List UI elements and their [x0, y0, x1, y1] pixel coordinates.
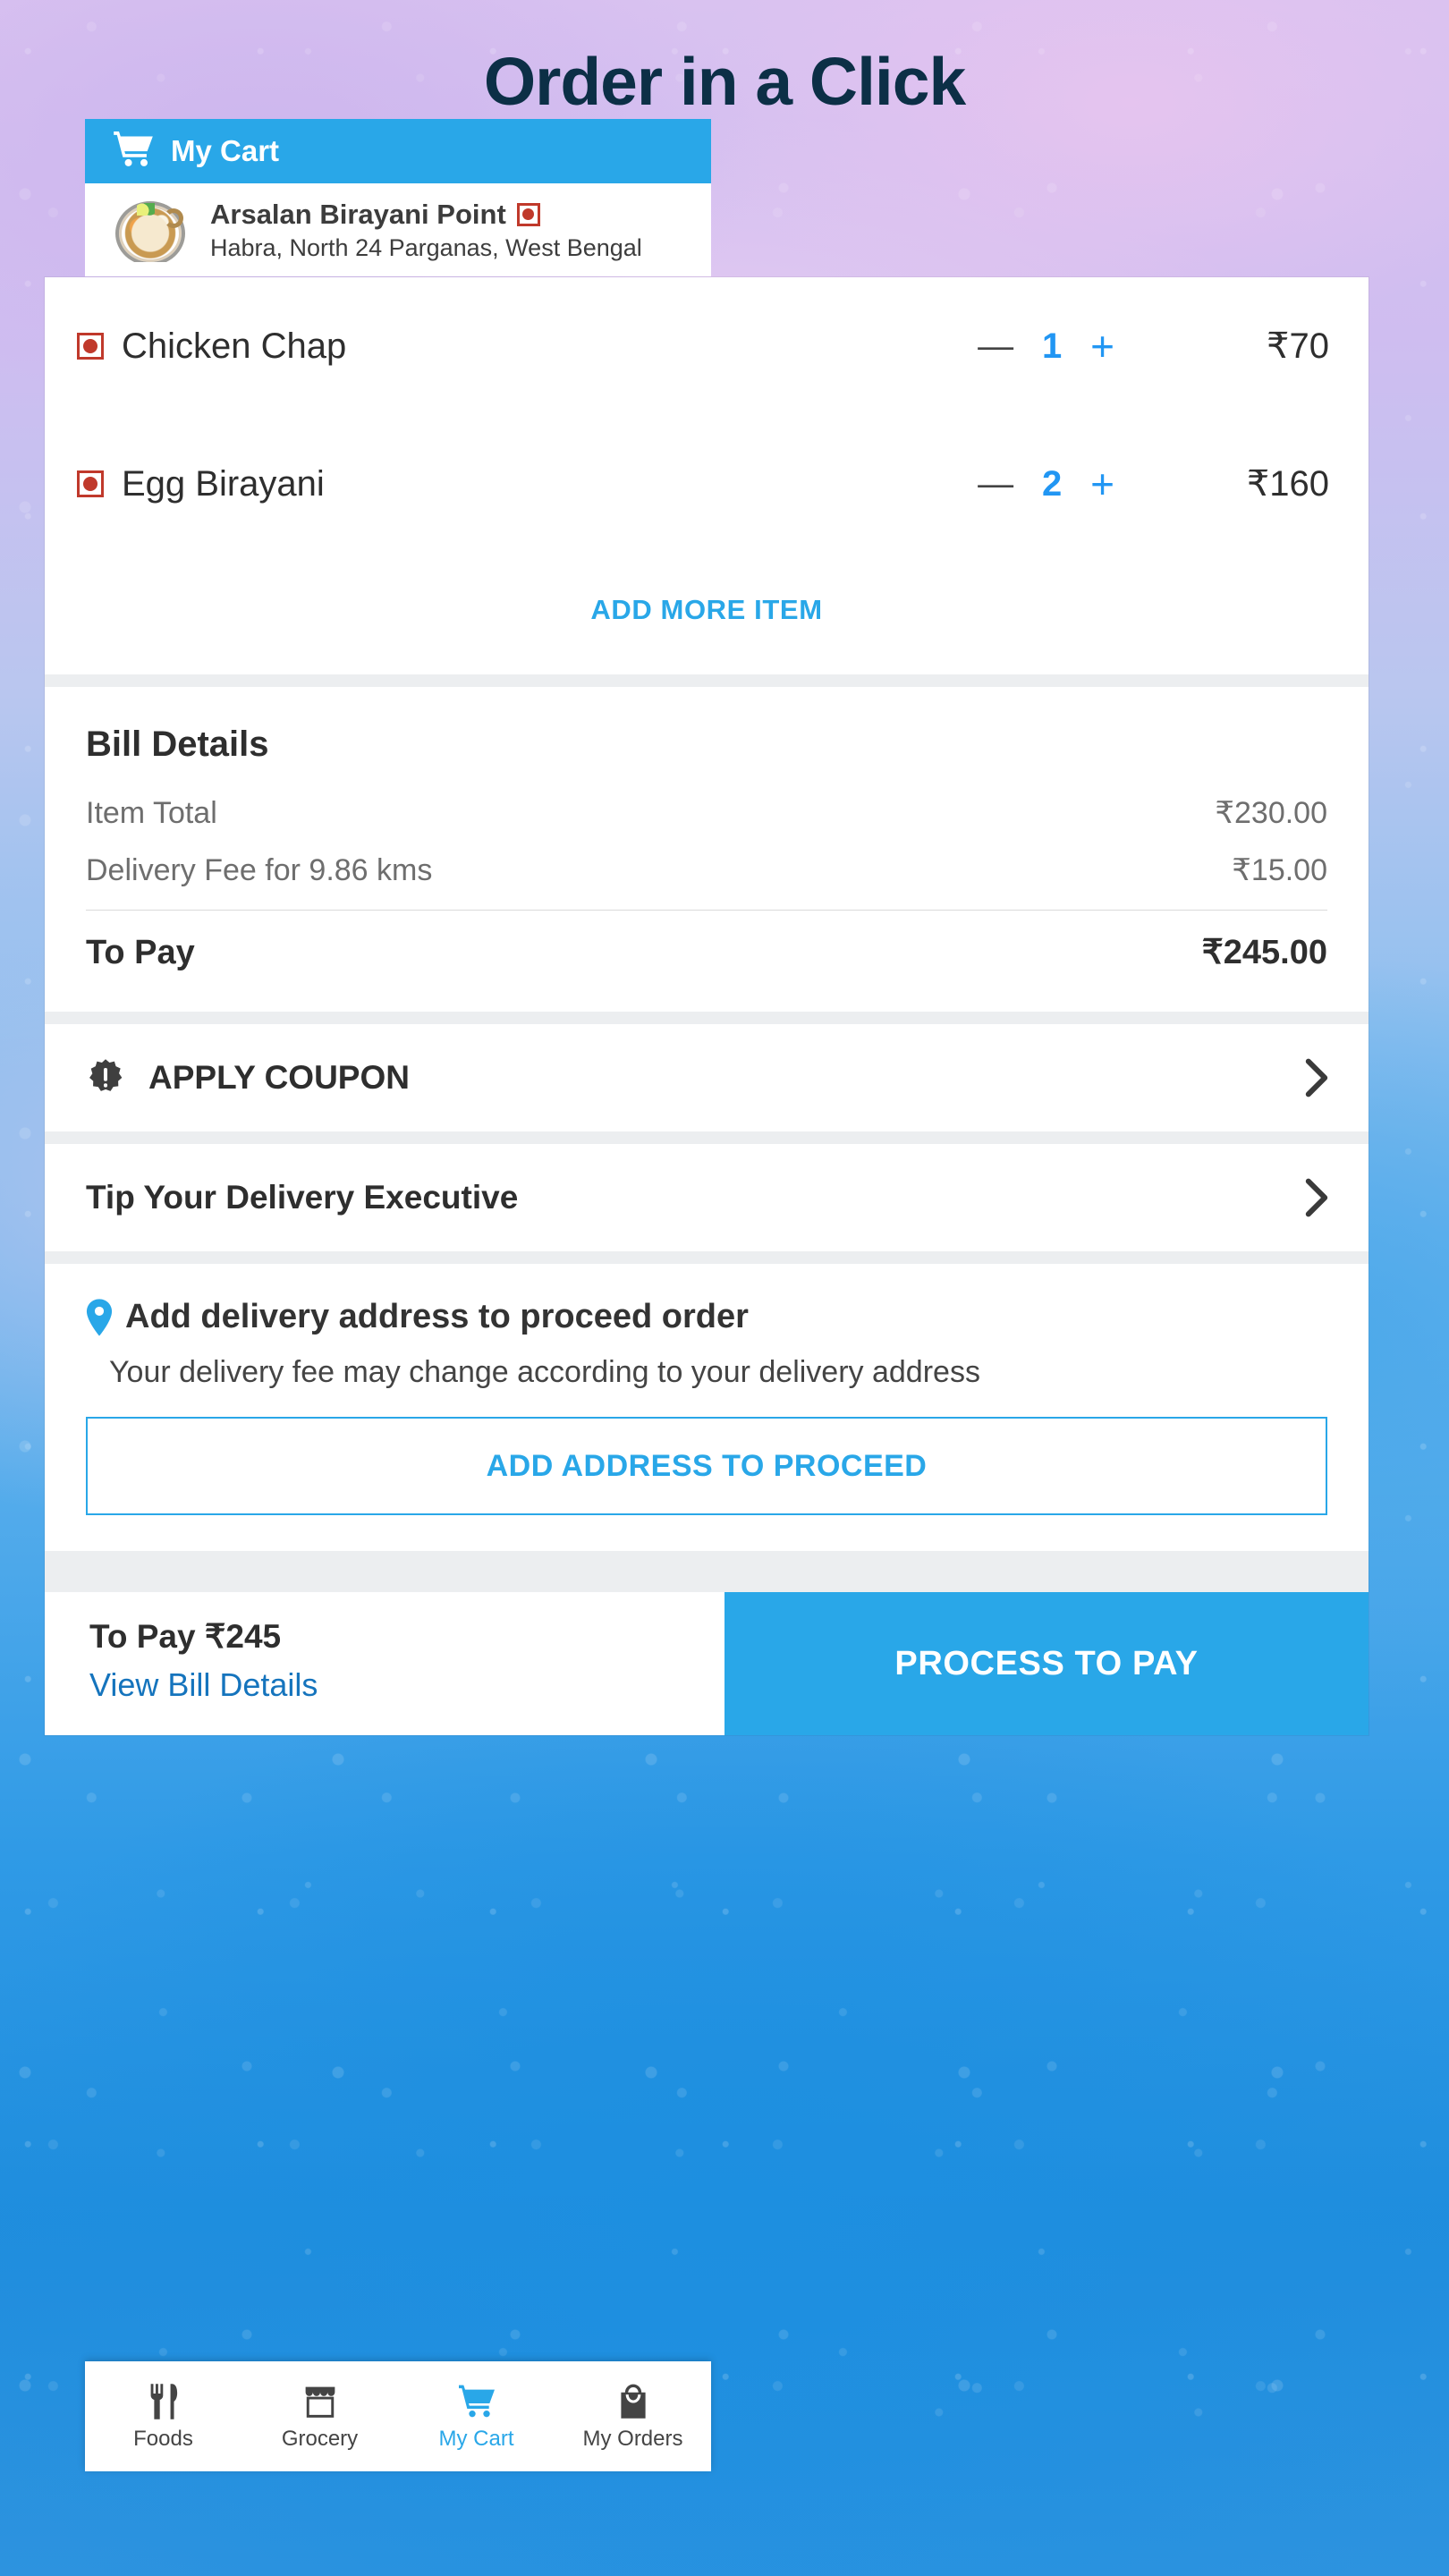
shopping-bag-icon: [618, 2382, 648, 2419]
add-more-item-button[interactable]: ADD MORE ITEM: [590, 594, 822, 626]
add-address-section: Add delivery address to proceed order Yo…: [45, 1264, 1368, 1551]
section-divider: [45, 1251, 1368, 1264]
section-divider: [45, 1012, 1368, 1024]
cart-sheet: Chicken Chap — 1 + ₹70 Egg Birayani — 2 …: [45, 277, 1368, 1736]
quantity-value: 1: [1042, 326, 1063, 366]
nav-label: Grocery: [281, 2426, 359, 2451]
bill-line-value: ₹15.00: [1232, 853, 1327, 887]
fork-knife-icon: [148, 2382, 180, 2419]
cart-item-price: ₹160: [1246, 464, 1329, 504]
decrement-button[interactable]: —: [978, 328, 1013, 364]
nav-item-grocery[interactable]: Grocery: [242, 2382, 398, 2452]
cart-header-label: My Cart: [171, 134, 280, 167]
cart-item-row: Chicken Chap — 1 + ₹70: [45, 277, 1368, 415]
tip-delivery-executive-row[interactable]: Tip Your Delivery Executive: [45, 1144, 1368, 1251]
nav-item-foods[interactable]: Foods: [85, 2382, 242, 2452]
restaurant-address: Habra, North 24 Parganas, West Bengal: [210, 233, 642, 261]
nav-item-my-orders[interactable]: My Orders: [555, 2382, 711, 2452]
increment-button[interactable]: +: [1090, 326, 1114, 367]
cart-header: My Cart: [85, 119, 711, 183]
bill-details-title: Bill Details: [86, 724, 269, 764]
add-address-to-proceed-button[interactable]: ADD ADDRESS TO PROCEED: [86, 1417, 1327, 1516]
quantity-value: 2: [1042, 463, 1063, 504]
bill-line-label: Item Total: [86, 796, 217, 830]
bill-line-item-total: Item Total ₹230.00: [86, 795, 1327, 831]
bill-line-delivery-fee: Delivery Fee for 9.86 kms ₹15.00: [86, 852, 1327, 888]
nav-label: My Cart: [438, 2426, 514, 2451]
bill-separator: [86, 910, 1327, 911]
add-address-subtitle: Your delivery fee may change according t…: [109, 1355, 980, 1389]
restaurant-card[interactable]: Arsalan Birayani Point Habra, North 24 P…: [85, 183, 711, 276]
shopping-cart-icon: [114, 131, 153, 172]
section-divider: [45, 674, 1368, 687]
chevron-right-icon: [1304, 1057, 1329, 1098]
view-bill-details-link[interactable]: View Bill Details: [89, 1666, 318, 1704]
non-veg-indicator: [77, 470, 104, 497]
section-divider: [45, 1131, 1368, 1144]
decrement-button[interactable]: —: [978, 466, 1013, 502]
tip-delivery-executive-label: Tip Your Delivery Executive: [86, 1179, 519, 1216]
store-icon: [304, 2382, 336, 2419]
bill-total-row: To Pay ₹245.00: [86, 932, 1327, 981]
chevron-right-icon: [1304, 1177, 1329, 1218]
bill-line-label: Delivery Fee for 9.86 kms: [86, 853, 433, 887]
non-veg-indicator: [516, 202, 540, 226]
page-title: Order in a Click: [483, 44, 966, 119]
cart-item-price: ₹70: [1267, 326, 1329, 366]
bottom-navigation: Foods Grocery My Cart My Orders: [85, 2361, 711, 2471]
section-divider: [45, 1551, 1368, 1593]
biryani-bowl-image: [110, 198, 191, 262]
nav-item-my-cart[interactable]: My Cart: [398, 2382, 555, 2452]
add-address-title: Add delivery address to proceed order: [125, 1298, 749, 1335]
bill-line-value: ₹230.00: [1215, 796, 1327, 830]
pay-amount-label: To Pay ₹245: [89, 1618, 282, 1656]
restaurant-name: Arsalan Birayani Point: [210, 198, 506, 230]
location-pin-icon: [86, 1298, 113, 1336]
coupon-badge-icon: [86, 1058, 125, 1097]
increment-button[interactable]: +: [1090, 463, 1114, 504]
shopping-cart-icon: [458, 2382, 495, 2419]
bill-total-label: To Pay: [86, 934, 195, 971]
bill-details-section: Bill Details Item Total ₹230.00 Delivery…: [45, 687, 1368, 1012]
quantity-stepper: — 1 +: [978, 326, 1114, 367]
pay-bar: To Pay ₹245 View Bill Details PROCESS TO…: [45, 1592, 1368, 1736]
cart-item-name: Chicken Chap: [122, 326, 347, 366]
cart-item-name: Egg Birayani: [122, 463, 325, 504]
nav-label: Foods: [133, 2426, 193, 2451]
nav-label: My Orders: [582, 2426, 683, 2451]
non-veg-indicator: [77, 333, 104, 360]
process-to-pay-button[interactable]: PROCESS TO PAY: [724, 1592, 1368, 1736]
add-more-item-container: ADD MORE ITEM: [45, 553, 1368, 674]
apply-coupon-label: APPLY COUPON: [148, 1059, 410, 1096]
cart-item-row: Egg Birayani — 2 + ₹160: [45, 415, 1368, 553]
bill-total-value: ₹245.00: [1201, 934, 1327, 971]
bowl-handle-icon: [164, 208, 183, 228]
quantity-stepper: — 2 +: [978, 463, 1114, 504]
apply-coupon-row[interactable]: APPLY COUPON: [45, 1024, 1368, 1131]
